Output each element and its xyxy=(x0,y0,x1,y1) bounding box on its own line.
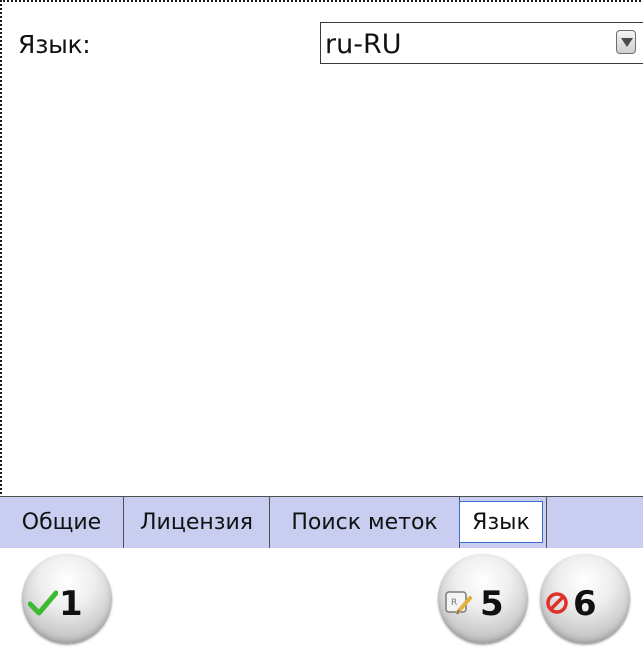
ok-button[interactable]: 1 xyxy=(22,554,112,644)
tab-license[interactable]: Лицензия xyxy=(124,497,270,548)
language-select-value: ru-RU xyxy=(325,29,402,60)
tab-general[interactable]: Общие xyxy=(0,497,124,548)
language-select[interactable]: ru-RU xyxy=(320,22,643,64)
svg-text:R: R xyxy=(451,598,457,608)
tab-tag-search[interactable]: Поиск меток xyxy=(270,497,460,548)
chevron-down-icon xyxy=(621,38,633,47)
edit-button[interactable]: R 5 xyxy=(438,554,528,644)
check-icon xyxy=(28,590,58,616)
tab-empty xyxy=(546,497,643,548)
edit-icon: R xyxy=(445,591,472,615)
ok-key-number: 1 xyxy=(59,584,83,624)
cancel-key-number: 6 xyxy=(573,584,597,624)
cancel-button[interactable]: 6 xyxy=(540,554,630,644)
tab-bar: Общие Лицензия Поиск меток Язык xyxy=(0,496,643,548)
dropdown-button[interactable] xyxy=(616,30,636,54)
command-bar: 1 R 5 6 xyxy=(0,548,643,648)
edit-key-number: 5 xyxy=(480,584,504,624)
tab-language[interactable]: Язык xyxy=(459,501,543,543)
cancel-icon xyxy=(546,592,568,614)
language-label: Язык: xyxy=(18,30,91,59)
